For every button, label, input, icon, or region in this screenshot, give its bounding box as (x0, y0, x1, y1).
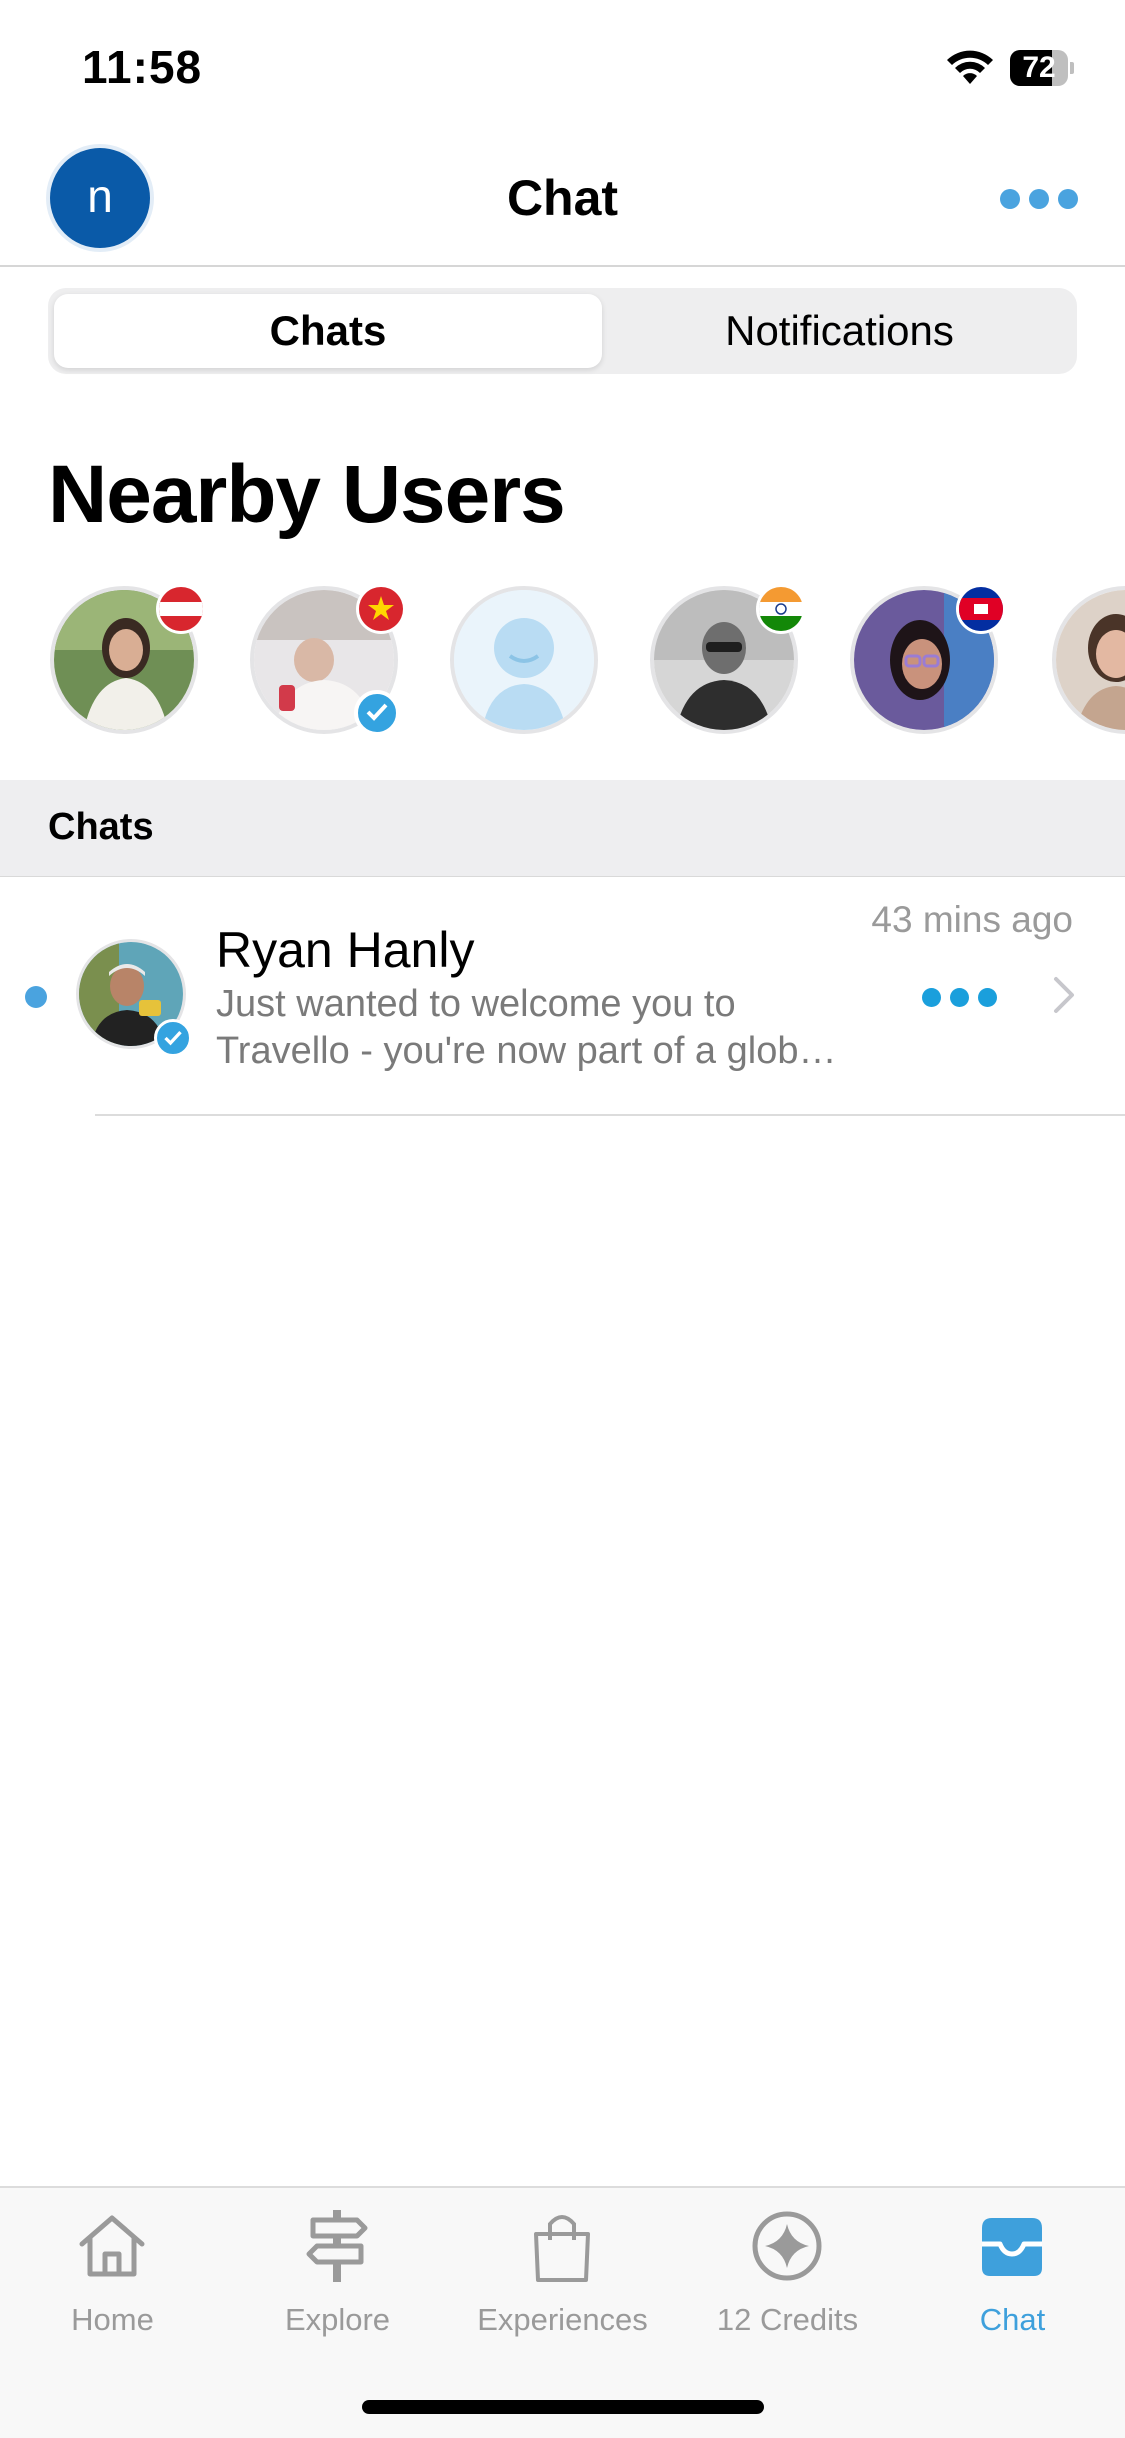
tab-label: 12 Credits (716, 2302, 859, 2337)
austria-flag-icon (156, 584, 206, 634)
tab-explore[interactable]: Explore (225, 2206, 450, 2346)
chat-message-preview: Just wanted to welcome you to Travello -… (216, 981, 896, 1075)
home-icon (79, 2215, 145, 2277)
segment-chats[interactable]: Chats (54, 294, 602, 368)
shopping-bag-icon (534, 2215, 590, 2282)
nearby-user-avatar[interactable] (50, 584, 206, 734)
battery-level: 72 (1022, 51, 1056, 84)
nearby-user-avatar[interactable] (850, 584, 1006, 734)
nearby-users-carousel[interactable] (0, 583, 1125, 743)
tab-experiences[interactable]: Experiences (450, 2206, 675, 2346)
wifi-icon (947, 50, 993, 84)
verified-badge-icon (154, 1019, 192, 1057)
nav-header: n Chat (0, 135, 1125, 267)
chat-contact-name: Ryan Hanly (216, 922, 475, 978)
page-title: Chat (506, 170, 619, 226)
home-indicator[interactable] (362, 2400, 764, 2414)
unread-indicator (25, 986, 47, 1008)
status-time: 11:58 (82, 41, 203, 93)
inbox-tray-icon (982, 2218, 1042, 2276)
typing-indicator-icon (922, 988, 998, 1008)
tab-label: Explore (284, 2302, 391, 2337)
tab-label: Experiences (477, 2302, 648, 2337)
cambodia-flag-icon (956, 584, 1006, 634)
chats-section-header: Chats (0, 780, 1125, 877)
vietnam-flag-icon (356, 584, 406, 634)
nearby-user-avatar[interactable] (650, 584, 806, 734)
more-options-button[interactable] (1000, 187, 1080, 211)
nearby-users-heading: Nearby Users (48, 449, 566, 540)
tab-home[interactable]: Home (0, 2206, 225, 2346)
tab-label: Home (71, 2302, 154, 2337)
verified-badge-icon (354, 690, 400, 736)
nearby-user-avatar[interactable] (250, 584, 406, 736)
segment-notifications[interactable]: Notifications (608, 294, 1071, 368)
avatar[interactable] (76, 939, 192, 1057)
nearby-user-avatar[interactable] (1052, 586, 1125, 734)
nearby-user-avatar[interactable] (450, 586, 598, 734)
chat-message-line-1: Just wanted to welcome you to (216, 983, 736, 1025)
chat-segmented-control: Chats Notifications (48, 288, 1077, 374)
status-bar: 11:58 72 (0, 0, 1125, 135)
tab-label: Chat (979, 2302, 1046, 2337)
default-avatar-icon (454, 590, 594, 730)
tab-credits[interactable]: 12 Credits (675, 2206, 900, 2346)
chat-timestamp: 43 mins ago (871, 899, 1073, 940)
row-divider (95, 1114, 1125, 1116)
tab-chat[interactable]: Chat (900, 2206, 1125, 2346)
chevron-right-icon (1054, 977, 1074, 1013)
section-title: Chats (48, 806, 154, 848)
credits-star-icon (752, 2211, 822, 2281)
india-flag-icon (756, 584, 806, 634)
chat-message-line-2: Travello - you're now part of a glob… (216, 1030, 837, 1072)
battery-icon: 72 (1010, 50, 1074, 86)
signpost-icon (306, 2210, 368, 2282)
chat-list-item[interactable]: Ryan Hanly 43 mins ago Just wanted to we… (0, 877, 1125, 1116)
